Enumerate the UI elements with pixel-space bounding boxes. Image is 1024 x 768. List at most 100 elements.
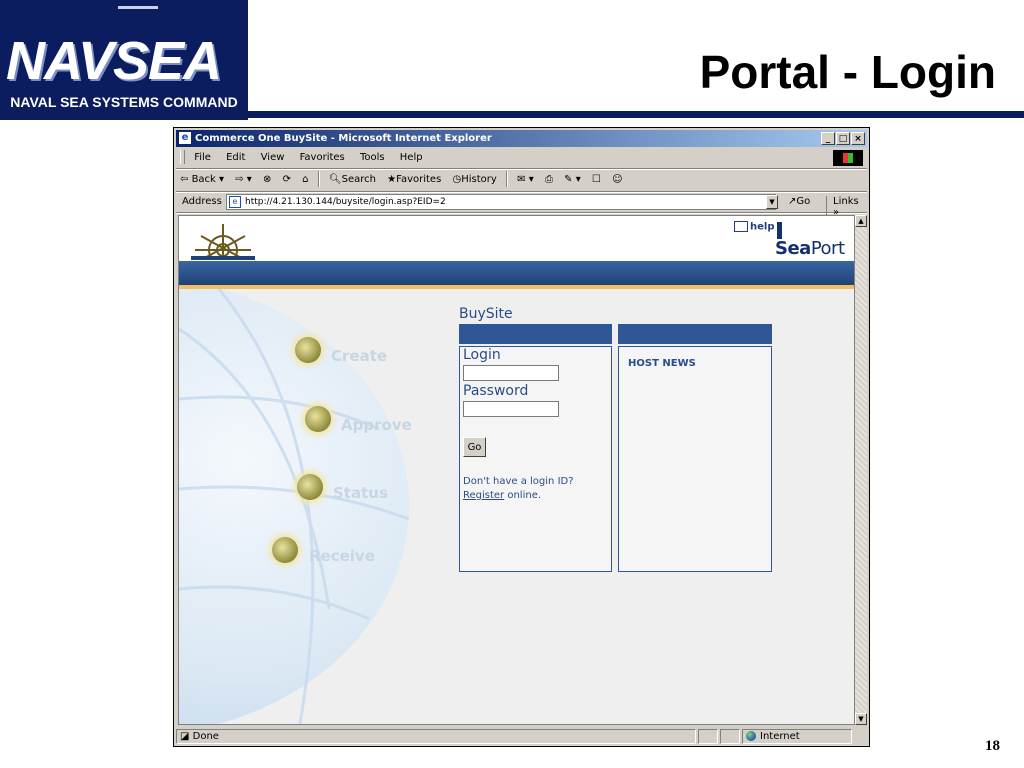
receive-orb-icon[interactable] bbox=[272, 537, 298, 563]
password-label: Password bbox=[463, 383, 529, 399]
logo-flag-mark bbox=[118, 6, 158, 9]
page-icon: e bbox=[229, 196, 241, 208]
menubar-grip[interactable] bbox=[180, 150, 185, 164]
address-dropdown-arrow-icon[interactable]: ▼ bbox=[766, 195, 778, 209]
host-news-title: HOST NEWS bbox=[628, 358, 696, 369]
favorites-button[interactable]: ★Favorites bbox=[383, 169, 445, 191]
messenger-icon: ☺ bbox=[612, 174, 623, 185]
create-orb-icon[interactable] bbox=[295, 337, 321, 363]
header-band bbox=[179, 261, 854, 285]
mail-button[interactable]: ✉ ▾ bbox=[513, 169, 538, 191]
history-icon: ◷ bbox=[452, 174, 462, 185]
login-go-button[interactable]: Go bbox=[463, 437, 486, 457]
lighthouse-icon bbox=[777, 222, 782, 239]
zone-cell: Internet bbox=[742, 729, 852, 744]
news-panel-header bbox=[618, 324, 772, 344]
login-panel: Login Password Go Don't have a login ID?… bbox=[459, 346, 612, 572]
buysite-title: BuySite bbox=[459, 306, 513, 322]
page-number: 18 bbox=[985, 738, 1000, 754]
minimize-button[interactable]: _ bbox=[821, 132, 835, 145]
window-title: Commerce One BuySite - Microsoft Interne… bbox=[195, 133, 492, 144]
menu-help[interactable]: Help bbox=[394, 148, 429, 168]
menu-favorites[interactable]: Favorites bbox=[294, 148, 351, 168]
discuss-icon: ☐ bbox=[591, 174, 601, 185]
status-text-cell: ◪ Done bbox=[176, 729, 696, 744]
register-link[interactable]: Register bbox=[463, 490, 504, 501]
internet-globe-icon bbox=[746, 731, 756, 741]
site-header: help SeaPort bbox=[179, 216, 854, 261]
maximize-button[interactable]: □ bbox=[836, 132, 850, 145]
close-button[interactable]: × bbox=[851, 132, 865, 145]
edit-icon: ✎ bbox=[564, 174, 573, 185]
status-bar: ◪ Done Internet bbox=[176, 728, 867, 745]
search-button[interactable]: 🔍︎Search bbox=[325, 169, 380, 191]
register-line: Register online. bbox=[463, 490, 541, 501]
address-go-button[interactable]: ↗Go bbox=[788, 196, 810, 207]
home-icon: ⌂ bbox=[302, 174, 309, 185]
page-viewport: help SeaPort Create Approve Status Recei… bbox=[178, 215, 855, 725]
approve-orb-icon[interactable] bbox=[305, 406, 331, 432]
nav-receive[interactable]: Receive bbox=[309, 547, 375, 565]
menu-edit[interactable]: Edit bbox=[220, 148, 251, 168]
ie-icon: e bbox=[179, 132, 191, 144]
logo-wordmark: NAVSEA bbox=[6, 31, 222, 91]
address-label: Address bbox=[182, 196, 222, 207]
seaport-logo: SeaPort bbox=[775, 238, 845, 259]
slide-title: Portal - Login bbox=[699, 46, 996, 98]
back-arrow-icon: ⇦ bbox=[180, 174, 192, 185]
page-done-icon: ◪ bbox=[180, 731, 193, 742]
home-button[interactable]: ⌂ bbox=[298, 169, 312, 191]
status-orb-icon[interactable] bbox=[297, 474, 323, 500]
toolbar-separator bbox=[317, 171, 320, 187]
password-input[interactable] bbox=[463, 401, 559, 417]
forward-arrow-icon: ⇨ bbox=[235, 174, 244, 185]
nav-approve[interactable]: Approve bbox=[341, 416, 412, 434]
print-button[interactable]: ⎙ bbox=[541, 169, 557, 191]
navsea-logo: NAVSEA NAVAL SEA SYSTEMS COMMAND bbox=[0, 0, 248, 120]
header-rule bbox=[248, 111, 1024, 118]
windows-logo-icon bbox=[833, 150, 863, 166]
host-news-panel: HOST NEWS bbox=[618, 346, 772, 572]
history-button[interactable]: ◷History bbox=[448, 169, 500, 191]
discuss-button[interactable]: ☐ bbox=[588, 169, 605, 191]
nav-status[interactable]: Status bbox=[333, 484, 388, 502]
vertical-scrollbar[interactable]: ▲ ▼ bbox=[855, 215, 867, 725]
status-pane bbox=[720, 729, 740, 744]
status-pane bbox=[698, 729, 718, 744]
toolbar-separator bbox=[505, 171, 508, 187]
menu-file[interactable]: File bbox=[188, 148, 217, 168]
login-label: Login bbox=[463, 347, 501, 363]
login-input[interactable] bbox=[463, 365, 559, 381]
address-url: http://4.21.130.144/buysite/login.asp?EI… bbox=[245, 197, 446, 207]
header-accent-line bbox=[179, 285, 854, 289]
refresh-button[interactable]: ⟳ bbox=[279, 169, 295, 191]
address-bar: Address e http://4.21.130.144/buysite/lo… bbox=[176, 192, 867, 218]
menu-view[interactable]: View bbox=[255, 148, 291, 168]
edit-button[interactable]: ✎ ▾ bbox=[560, 169, 585, 191]
back-button[interactable]: ⇦ Back ▾ bbox=[176, 169, 228, 191]
standard-toolbar: ⇦ Back ▾ ⇨ ▾ ⊗ ⟳ ⌂ 🔍︎Search ★Favorites ◷… bbox=[176, 169, 867, 192]
search-icon: 🔍︎ bbox=[328, 174, 342, 185]
help-link[interactable]: help bbox=[734, 221, 775, 233]
address-input[interactable]: e http://4.21.130.144/buysite/login.asp?… bbox=[226, 194, 776, 210]
favorites-icon: ★ bbox=[387, 174, 397, 185]
forward-button[interactable]: ⇨ ▾ bbox=[231, 169, 256, 191]
login-prompt: Don't have a login ID? bbox=[463, 476, 574, 487]
scroll-up-icon[interactable]: ▲ bbox=[855, 215, 867, 227]
menu-bar: File Edit View Favorites Tools Help bbox=[176, 148, 867, 169]
register-suffix: online. bbox=[504, 490, 542, 501]
logo-subtitle: NAVAL SEA SYSTEMS COMMAND bbox=[10, 94, 238, 110]
stop-button[interactable]: ⊗ bbox=[259, 169, 275, 191]
stop-icon: ⊗ bbox=[263, 174, 272, 185]
mail-icon: ✉ bbox=[517, 174, 526, 185]
scroll-down-icon[interactable]: ▼ bbox=[855, 713, 867, 725]
messenger-button[interactable]: ☺ bbox=[608, 169, 626, 191]
menu-tools[interactable]: Tools bbox=[354, 148, 391, 168]
print-icon: ⎙ bbox=[544, 174, 553, 185]
ship-wheel-logo bbox=[191, 224, 255, 260]
refresh-icon: ⟳ bbox=[282, 174, 291, 185]
nav-create[interactable]: Create bbox=[331, 347, 387, 365]
book-icon bbox=[734, 221, 748, 232]
window-titlebar[interactable]: e Commerce One BuySite - Microsoft Intern… bbox=[176, 130, 867, 147]
browser-window: e Commerce One BuySite - Microsoft Intern… bbox=[173, 127, 870, 747]
